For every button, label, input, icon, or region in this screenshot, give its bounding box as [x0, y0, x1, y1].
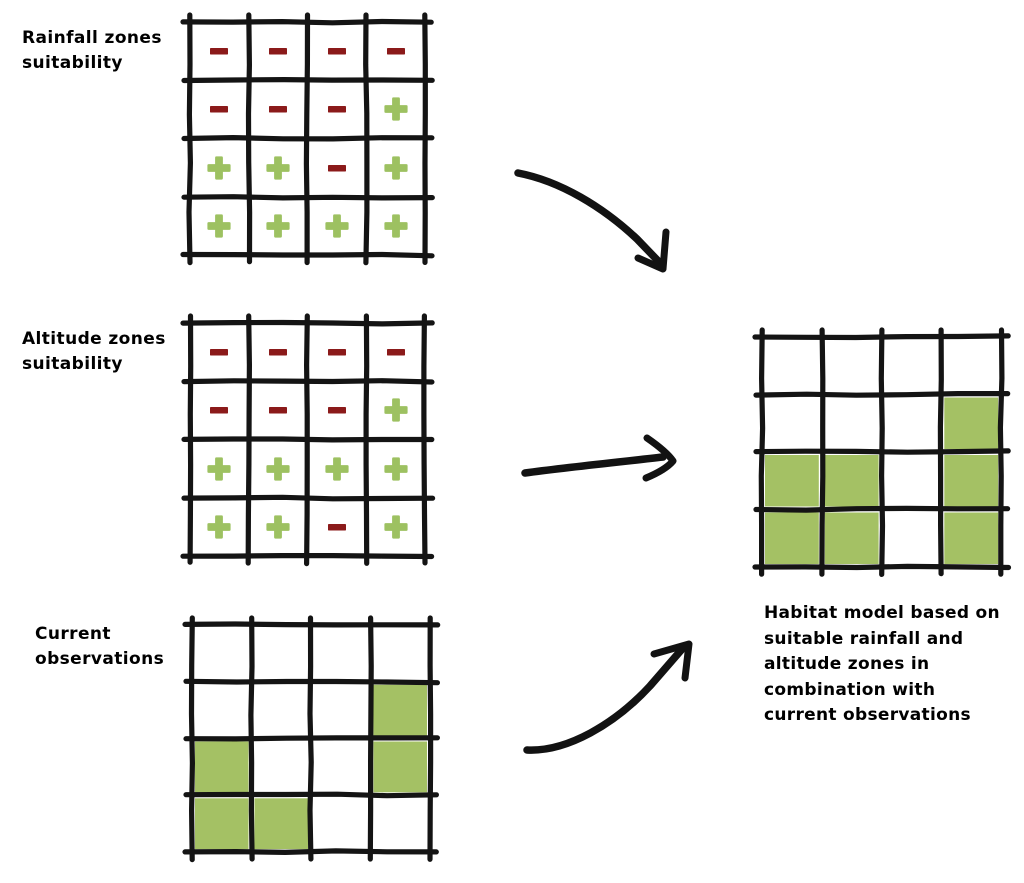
altitude-label: Altitude zones suitability [22, 327, 187, 377]
arrow-observations-to-result [515, 628, 715, 768]
arrow-rainfall-to-result [505, 155, 705, 280]
result-caption: Habitat model based on suitable rainfall… [764, 601, 1014, 729]
rainfall-label: Rainfall zones suitability [22, 26, 187, 76]
altitude-zones-suitability-grid[interactable] [190, 323, 425, 556]
observations-label: Current observations [35, 622, 200, 672]
habitat-model-result-grid[interactable] [762, 337, 1001, 567]
rainfall-zones-suitability-grid[interactable] [190, 22, 425, 255]
current-observations-grid[interactable] [192, 625, 430, 852]
diagram-canvas: Rainfall zones suitability Altitude zone… [0, 0, 1024, 883]
arrow-altitude-to-result [515, 430, 705, 495]
